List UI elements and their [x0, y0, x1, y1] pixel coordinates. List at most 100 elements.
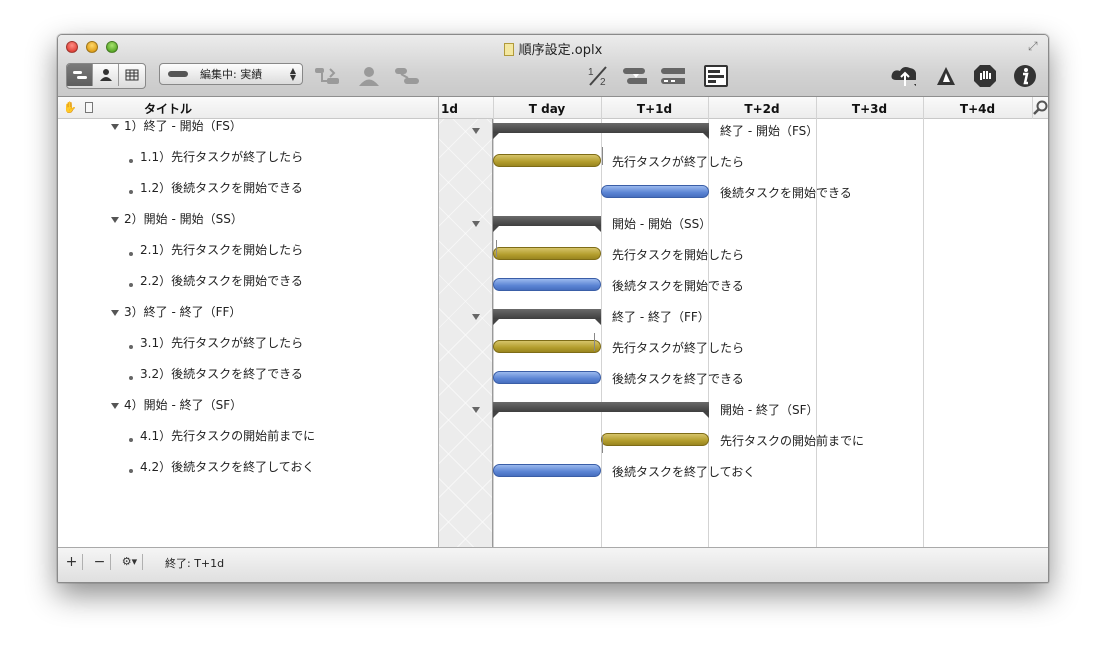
- outline-task-row[interactable]: 2.1）先行タスクを開始したら: [58, 236, 438, 267]
- gantt-bar-label: 後続タスクを開始できる: [720, 186, 852, 200]
- outline-row-title[interactable]: 1）終了 - 開始（FS）: [124, 117, 242, 134]
- outline-task-row[interactable]: 3.2）後続タスクを終了できる: [58, 360, 438, 391]
- summary-bar[interactable]: [493, 309, 601, 325]
- info-icon[interactable]: [1012, 63, 1038, 89]
- mode-bar-icon: [168, 71, 188, 77]
- zoom-icon[interactable]: [1032, 97, 1048, 119]
- outline-group-row[interactable]: 1）終了 - 開始（FS）: [58, 112, 438, 143]
- add-resource-icon[interactable]: [356, 63, 382, 89]
- disclosure-triangle-icon[interactable]: [111, 124, 119, 130]
- outline-row-title[interactable]: 3）終了 - 終了（FF）: [124, 303, 241, 320]
- summary-bar[interactable]: [493, 402, 709, 418]
- outline-task-row[interactable]: 2.2）後続タスクを開始できる: [58, 267, 438, 298]
- level-icon[interactable]: [621, 63, 647, 89]
- catch-up-icon[interactable]: [659, 63, 685, 89]
- successor-task-bar[interactable]: [493, 464, 601, 477]
- successor-task-bar[interactable]: [493, 278, 601, 291]
- remove-row-button[interactable]: −: [89, 554, 111, 570]
- dependency-connector[interactable]: [594, 333, 595, 351]
- outline-row-title[interactable]: 1.2）後続タスクを開始できる: [140, 179, 303, 196]
- summary-bar[interactable]: [493, 216, 601, 232]
- disclosure-triangle-icon[interactable]: [111, 217, 119, 223]
- resource-view-button[interactable]: [93, 64, 119, 86]
- outline-row-title[interactable]: 3.2）後続タスクを終了できる: [140, 365, 303, 382]
- outline-pane: ✋ タイトル 1）終了 - 開始（FS） 1.1）先行タスクが終了したら 1.2）後…: [58, 97, 438, 547]
- dependency-connector[interactable]: [496, 240, 497, 257]
- bullet-icon: [129, 252, 133, 256]
- gantt-collapse-triangle-icon[interactable]: [472, 314, 480, 320]
- timeline-gridline: [923, 97, 924, 547]
- summary-bar[interactable]: [493, 123, 709, 139]
- add-milestone-icon[interactable]: [394, 63, 420, 89]
- gantt-collapse-triangle-icon[interactable]: [472, 407, 480, 413]
- outline-row-title[interactable]: 1.1）先行タスクが終了したら: [140, 148, 303, 165]
- bullet-icon: [129, 159, 133, 163]
- cloud-publish-icon[interactable]: [890, 63, 916, 89]
- window-title: 順序設定.oplx: [58, 39, 1048, 58]
- task-view-button[interactable]: [67, 64, 93, 86]
- successor-task-bar[interactable]: [601, 185, 709, 198]
- triangle-icon[interactable]: [933, 63, 959, 89]
- mode-popup[interactable]: 編集中: 実績 ▲ ▼: [159, 63, 303, 85]
- gantt-bar-label: 後続タスクを終了しておく: [612, 465, 756, 479]
- stop-hand-icon[interactable]: [972, 63, 998, 89]
- outline-row-title[interactable]: 2）開始 - 開始（SS）: [124, 210, 243, 227]
- outline-row-title[interactable]: 2.2）後続タスクを開始できる: [140, 272, 303, 289]
- gantt-collapse-triangle-icon[interactable]: [472, 221, 480, 227]
- app-window: 順序設定.oplx ⤢ 編集中: 実績 ▲ ▼ 1 2 ✋ タイトル 1）終了 …: [57, 34, 1049, 583]
- title-bar: 順序設定.oplx ⤢ 編集中: 実績 ▲ ▼ 1 2: [58, 35, 1048, 97]
- view-segmented-control: [66, 63, 146, 89]
- calendar-view-icon: [125, 69, 139, 81]
- outline-task-row[interactable]: 3.1）先行タスクが終了したら: [58, 329, 438, 360]
- outline-row-title[interactable]: 2.1）先行タスクを開始したら: [140, 241, 303, 258]
- status-info-text: 終了: T+1d: [165, 557, 225, 570]
- gantt-pane: 1d T day T+1d T+2d T+3d T+4d 終了 - 開始（FS） 先行タスク…: [439, 97, 1048, 547]
- fullscreen-icon[interactable]: ⤢: [1028, 39, 1042, 53]
- gantt-bar-label: 開始 - 開始（SS）: [612, 217, 712, 231]
- bullet-icon: [129, 283, 133, 287]
- predecessor-task-bar[interactable]: [493, 154, 601, 167]
- timeline-gridline: [816, 97, 817, 547]
- outline-task-row[interactable]: 1.1）先行タスクが終了したら: [58, 143, 438, 174]
- gantt-bar-label: 終了 - 開始（FS）: [720, 124, 819, 138]
- outline-row-title[interactable]: 4.1）先行タスクの開始前までに: [140, 427, 315, 444]
- fraction-icon[interactable]: 12: [585, 63, 611, 89]
- timeline-column-label: T+2d: [744, 102, 780, 116]
- add-dependency-icon[interactable]: [314, 63, 340, 89]
- gantt-bar-label: 終了 - 終了（FF）: [612, 310, 710, 324]
- document-icon: [503, 43, 514, 56]
- gantt-bar-label: 開始 - 終了（SF）: [720, 403, 819, 417]
- disclosure-triangle-icon[interactable]: [111, 310, 119, 316]
- outline-row-title[interactable]: 3.1）先行タスクが終了したら: [140, 334, 303, 351]
- timeline-column-label: T+1d: [636, 102, 673, 116]
- disclosure-triangle-icon[interactable]: [111, 403, 119, 409]
- dependency-connector[interactable]: [602, 436, 603, 453]
- successor-task-bar[interactable]: [493, 371, 601, 384]
- outline-group-row[interactable]: 2）開始 - 開始（SS）: [58, 205, 438, 236]
- report-icon[interactable]: [703, 63, 729, 89]
- svg-text:1: 1: [588, 67, 594, 78]
- predecessor-task-bar[interactable]: [493, 247, 601, 260]
- outline-row-title[interactable]: 4.2）後続タスクを終了しておく: [140, 458, 314, 475]
- timeline-column-label: T+3d: [851, 102, 888, 116]
- outline-task-row[interactable]: 4.2）後続タスクを終了しておく: [58, 453, 438, 484]
- resource-view-icon: [99, 69, 112, 81]
- outline-group-row[interactable]: 4）開始 - 終了（SF）: [58, 391, 438, 422]
- predecessor-task-bar[interactable]: [493, 340, 601, 353]
- action-gear-button[interactable]: ⚙▾: [117, 554, 143, 570]
- gantt-bar-label: 先行タスクが終了したら: [612, 341, 745, 355]
- outline-task-row[interactable]: 1.2）後続タスクを開始できる: [58, 174, 438, 205]
- outline-task-row[interactable]: 4.1）先行タスクの開始前までに: [58, 422, 438, 453]
- timeline-column-label: T day: [528, 102, 566, 116]
- dependency-connector[interactable]: [602, 147, 603, 165]
- outline-group-row[interactable]: 3）終了 - 終了（FF）: [58, 298, 438, 329]
- outline-row-title[interactable]: 4）開始 - 終了（SF）: [124, 396, 242, 413]
- add-row-button[interactable]: +: [61, 554, 83, 570]
- calendar-view-button[interactable]: [119, 64, 145, 86]
- bullet-icon: [129, 376, 133, 380]
- predecessor-task-bar[interactable]: [601, 433, 709, 446]
- popup-arrows-icon: ▲ ▼: [289, 66, 296, 82]
- bullet-icon: [129, 469, 133, 473]
- timeline-column-label: 1d: [441, 102, 458, 116]
- gantt-collapse-triangle-icon[interactable]: [472, 128, 480, 134]
